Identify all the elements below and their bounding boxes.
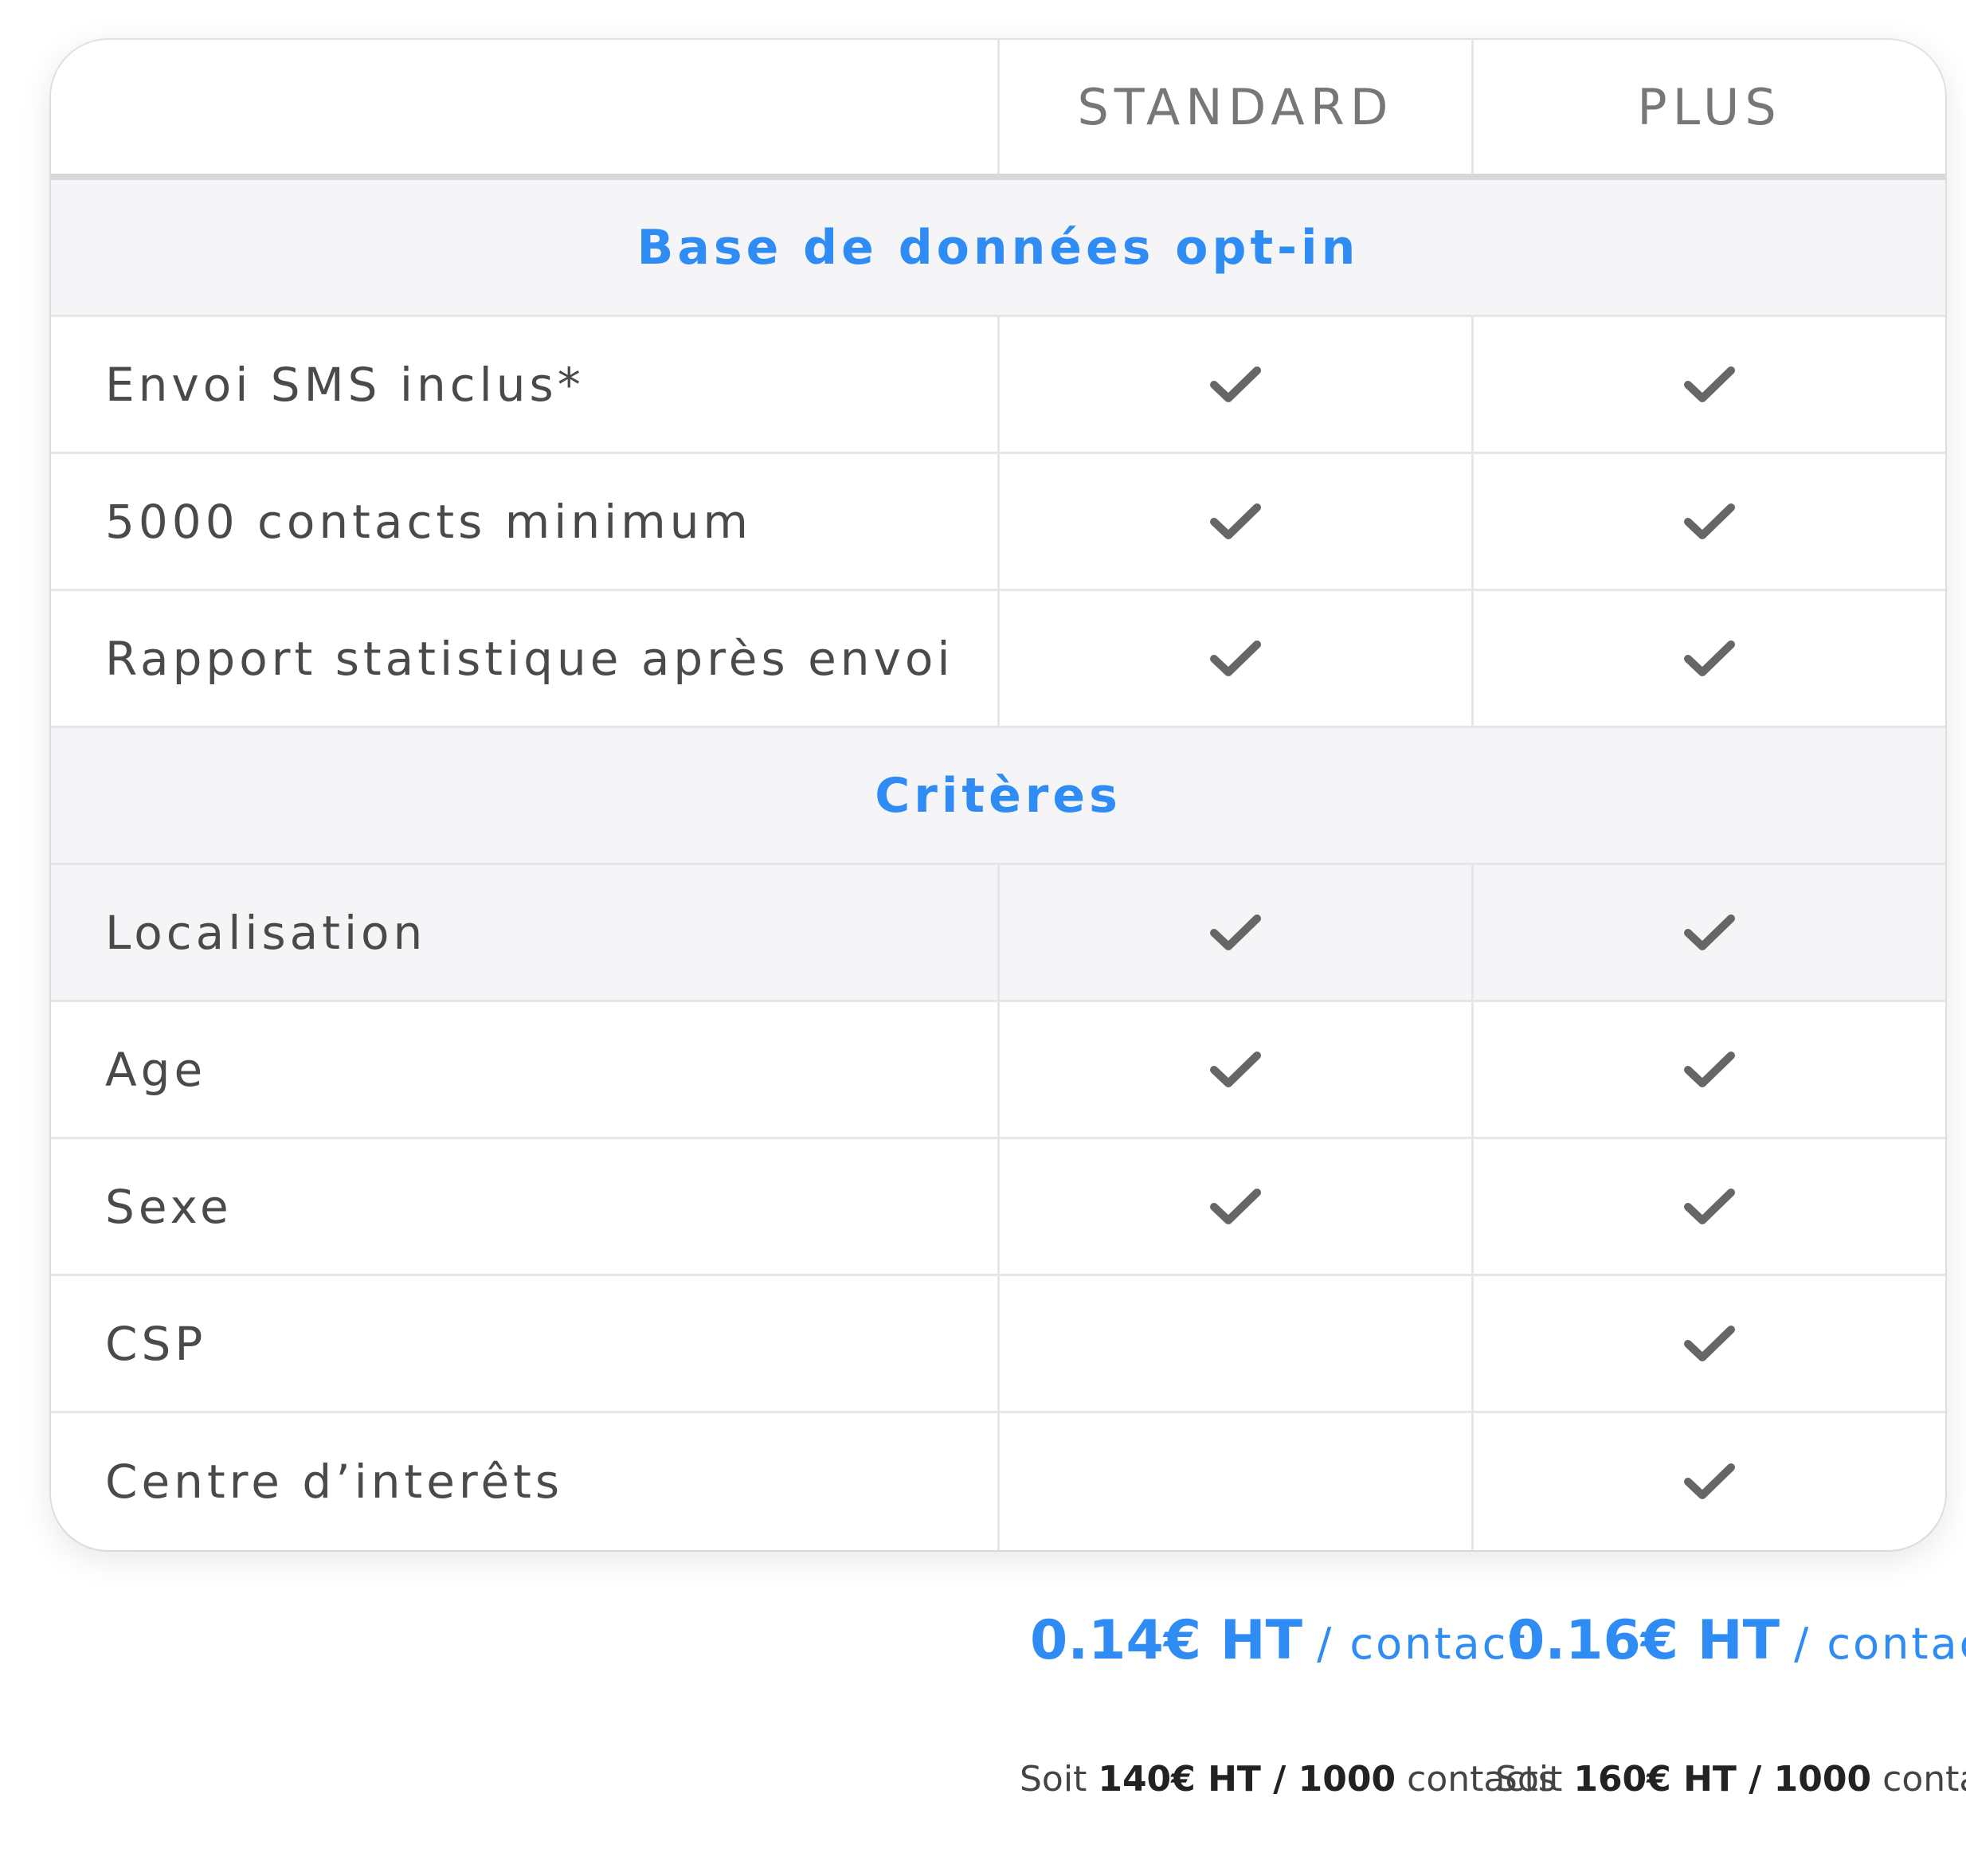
value-cell-standard: [997, 1413, 1471, 1550]
feature-cell: 5000 contacts minimum: [51, 454, 997, 589]
price-unit-plus: / contact: [1794, 1619, 1966, 1669]
total-value-plus: 160€ HT / 1000: [1573, 1759, 1872, 1800]
value-cell-standard: [997, 454, 1471, 589]
feature-cell: Localisation: [51, 865, 997, 1000]
value-cell-plus: [1471, 317, 1945, 452]
feature-cell: Rapport statistique après envoi: [51, 591, 997, 726]
feature-label: Envoi SMS inclus*: [105, 357, 585, 412]
check-icon: [1209, 638, 1262, 680]
value-cell-standard: [997, 1276, 1471, 1411]
feature-label: CSP: [105, 1316, 207, 1371]
check-icon: [1209, 364, 1262, 405]
table-row: Sexe: [51, 1139, 1945, 1276]
check-icon: [1683, 1461, 1736, 1502]
header-empty-cell: [51, 40, 997, 174]
feature-label: Sexe: [105, 1179, 233, 1234]
feature-cell: Sexe: [51, 1139, 997, 1274]
feature-label: Localisation: [105, 905, 427, 960]
plan-title-plus: PLUS: [1637, 77, 1782, 136]
check-icon: [1683, 1186, 1736, 1228]
table-header: STANDARD PLUS: [51, 40, 1945, 180]
table-row: Centre d’interêts: [51, 1413, 1945, 1550]
value-cell-plus: [1471, 454, 1945, 589]
table-row: Localisation: [51, 865, 1945, 1002]
feature-cell: CSP: [51, 1276, 997, 1411]
price-unit-standard: / contact: [1317, 1619, 1528, 1669]
value-cell-standard: [997, 865, 1471, 1000]
total-suffix-plus: contacts: [1882, 1759, 1966, 1800]
section-header: Base de données opt-in: [51, 180, 1945, 317]
check-icon: [1683, 1323, 1736, 1365]
value-cell-plus: [1471, 1139, 1945, 1274]
table-row: CSP: [51, 1276, 1945, 1413]
plan-title-standard: STANDARD: [1077, 77, 1394, 136]
feature-label: 5000 contacts minimum: [105, 494, 752, 549]
price-amount-plus: 0.16€ HT: [1507, 1609, 1780, 1672]
feature-label: Centre d’interêts: [105, 1455, 564, 1509]
value-cell-standard: [997, 1002, 1471, 1137]
check-icon: [1683, 638, 1736, 680]
header-standard: STANDARD: [997, 40, 1471, 174]
total-plus: Soit 160€ HT / 1000 contacts: [1495, 1759, 1966, 1800]
total-standard: Soit 140€ HT / 1000 contacts: [1020, 1759, 1557, 1800]
check-icon: [1209, 501, 1262, 542]
check-icon: [1683, 912, 1736, 954]
check-icon: [1683, 1049, 1736, 1091]
table-row: Age: [51, 1002, 1945, 1139]
comparison-table: STANDARD PLUS Base de données opt-in Envo…: [51, 40, 1945, 1550]
value-cell-plus: [1471, 591, 1945, 726]
value-cell-plus: [1471, 1002, 1945, 1137]
table-row: Envoi SMS inclus*: [51, 317, 1945, 454]
total-value-standard: 140€ HT / 1000: [1098, 1759, 1396, 1800]
price-standard: 0.14€ HT / contact: [1030, 1609, 1528, 1672]
value-cell-plus: [1471, 1413, 1945, 1550]
feature-label: Age: [105, 1042, 207, 1097]
check-icon: [1209, 1049, 1262, 1091]
section-title: Base de données opt-in: [636, 219, 1360, 276]
header-plus: PLUS: [1471, 40, 1945, 174]
value-cell-plus: [1471, 1276, 1945, 1411]
feature-cell: Envoi SMS inclus*: [51, 317, 997, 452]
check-icon: [1683, 501, 1736, 542]
value-cell-standard: [997, 591, 1471, 726]
price-plus: 0.16€ HT / contact: [1507, 1609, 1966, 1672]
price-amount-standard: 0.14€ HT: [1030, 1609, 1303, 1672]
check-icon: [1683, 364, 1736, 405]
section-title: Critères: [875, 767, 1122, 824]
check-icon: [1209, 1186, 1262, 1228]
total-prefix-plus: Soit: [1495, 1759, 1563, 1800]
value-cell-plus: [1471, 865, 1945, 1000]
total-prefix-standard: Soit: [1020, 1759, 1087, 1800]
feature-cell: Age: [51, 1002, 997, 1137]
feature-label: Rapport statistique après envoi: [105, 631, 954, 686]
value-cell-standard: [997, 1139, 1471, 1274]
value-cell-standard: [997, 317, 1471, 452]
feature-cell: Centre d’interêts: [51, 1413, 997, 1550]
check-icon: [1209, 912, 1262, 954]
table-row: Rapport statistique après envoi: [51, 591, 1945, 728]
table-row: 5000 contacts minimum: [51, 454, 1945, 591]
section-header: Critères: [51, 728, 1945, 865]
